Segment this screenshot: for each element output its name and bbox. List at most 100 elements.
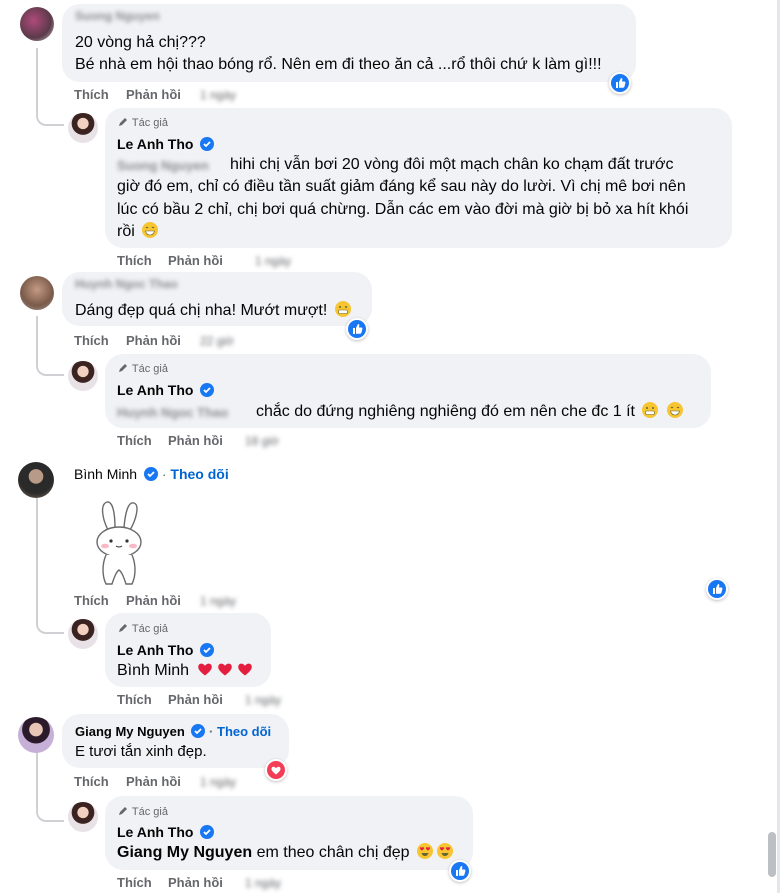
thread-line [36,316,38,356]
reply-text-line: rồi [117,220,159,243]
scrollbar[interactable] [768,832,776,877]
verified-icon [143,467,158,481]
author-badge: Tác giả [117,622,168,635]
like-button[interactable]: Thích [74,87,109,102]
commenter-name-text: Le Anh Tho [117,382,194,398]
avatar[interactable] [20,7,54,41]
love-icon [267,761,285,779]
mention-tag[interactable]: Giang My Nguyen [117,844,252,861]
timestamp[interactable]: 1 ngày [245,693,281,707]
pencil-icon [119,364,127,372]
comment-text-body: Dáng đẹp quá chị nha! Mướt mượt! [75,302,328,319]
timestamp[interactable]: 1 ngày [200,775,236,789]
like-reaction-badge[interactable] [346,318,368,340]
mention-tag[interactable]: Suong Nguyen [117,158,209,173]
reply-button[interactable]: Phản hồi [126,593,181,608]
avatar[interactable] [20,276,54,310]
thread-line [36,498,38,598]
author-badge: Tác giả [117,362,168,375]
verified-icon [200,383,215,397]
reply-button[interactable]: Phản hồi [168,253,223,268]
reply-button[interactable]: Phản hồi [126,87,181,102]
heart-eyes-emoji-icon [417,843,434,859]
reply-button[interactable]: Phản hồi [168,692,223,707]
author-avatar[interactable] [68,361,98,391]
author-label: Tác giả [131,363,168,375]
author-avatar[interactable] [68,619,98,649]
verified-icon [200,643,215,657]
like-button[interactable]: Thích [117,433,152,448]
author-label: Tác giả [131,623,168,635]
thread-elbow [36,88,64,126]
commenter-name[interactable]: Bình Minh · Theo dõi [74,466,229,482]
author-avatar[interactable] [68,802,98,832]
reply-text: Bình Minh [117,659,254,682]
like-reaction-badge[interactable] [609,72,631,94]
like-button[interactable]: Thích [74,333,109,348]
reply-text-line: hihi chị vẫn bơi 20 vòng đôi một mạch ch… [230,156,674,173]
mention-tag[interactable]: Huynh Ngoc Thao [117,405,228,420]
red-heart-icon [217,663,232,676]
grin-emoji-icon [142,222,159,238]
comment-text-line: Bé nhà em hội thao bóng rổ. Nên em đi th… [75,56,602,73]
mention-tag[interactable]: Bình Minh [117,662,189,679]
reply-text: Giang My Nguyen em theo chân chị đẹp [117,841,454,864]
reply-button[interactable]: Phản hồi [126,333,181,348]
thread-line [36,752,38,792]
like-reaction-badge[interactable] [706,578,728,600]
follow-button[interactable]: Theo dõi [217,724,271,739]
like-icon [708,580,726,598]
like-button[interactable]: Thích [117,253,152,268]
commenter-name[interactable]: Suong Nguyen [75,9,160,23]
author-label: Tác giả [131,117,168,129]
reply-button[interactable]: Phản hồi [168,433,223,448]
like-icon [451,862,469,880]
commenter-name-text: Giang My Nguyen [75,724,185,739]
commenter-name[interactable]: Le Anh Tho [117,136,215,152]
avatar[interactable] [18,717,54,753]
bunny-sticker [96,501,142,585]
reply-text: chắc do đứng nghiêng nghiêng đó em nên c… [256,400,684,423]
timestamp[interactable]: 18 giờ [245,434,279,448]
timestamp[interactable]: 1 ngày [200,594,236,608]
follow-button[interactable]: Theo dõi [170,466,228,482]
like-button[interactable]: Thích [74,593,109,608]
verified-icon [200,825,215,839]
timestamp[interactable]: 22 giờ [200,334,234,348]
commenter-name-text: Le Anh Tho [117,824,194,840]
timestamp[interactable]: 1 ngày [245,876,281,890]
red-heart-icon [197,663,212,676]
commenter-name[interactable]: Le Anh Tho [117,642,215,658]
love-reaction-badge[interactable] [265,759,287,781]
commenter-name[interactable]: Huynh Ngoc Thao [75,277,178,291]
like-icon [611,74,629,92]
pencil-icon [119,118,127,126]
commenter-name[interactable]: Le Anh Tho [117,824,215,840]
timestamp[interactable]: 1 ngày [200,88,236,102]
thread-elbow [36,792,64,822]
author-badge: Tác giả [117,805,168,818]
timestamp[interactable]: 1 ngày [255,254,291,268]
like-button[interactable]: Thích [117,875,152,890]
like-reaction-badge[interactable] [449,860,471,882]
commenter-name[interactable]: Giang My Nguyen · Theo dõi [75,724,271,739]
like-button[interactable]: Thích [74,774,109,789]
grimace-emoji-icon [642,402,659,418]
grimace-emoji-icon [334,301,351,317]
author-avatar[interactable] [68,113,98,143]
avatar[interactable] [18,462,54,498]
reply-text-line: giờ đó em, chỉ có điều tần suất giảm đán… [117,178,686,195]
thread-line [36,48,38,88]
grin-emoji-icon [666,402,683,418]
like-button[interactable]: Thích [117,692,152,707]
reply-text-body: em theo chân chị đẹp [256,844,410,861]
pencil-icon [119,624,127,632]
commenter-name[interactable]: Le Anh Tho [117,382,215,398]
reply-button[interactable]: Phản hồi [168,875,223,890]
comment-text: Dáng đẹp quá chị nha! Mướt mượt! [75,299,352,322]
verified-icon [200,137,215,151]
reply-button[interactable]: Phản hồi [126,774,181,789]
comment-text-line: 20 vòng hả chị??? [75,34,206,51]
commenter-name-text: Le Anh Tho [117,136,194,152]
reply-text: rồi [117,223,135,240]
